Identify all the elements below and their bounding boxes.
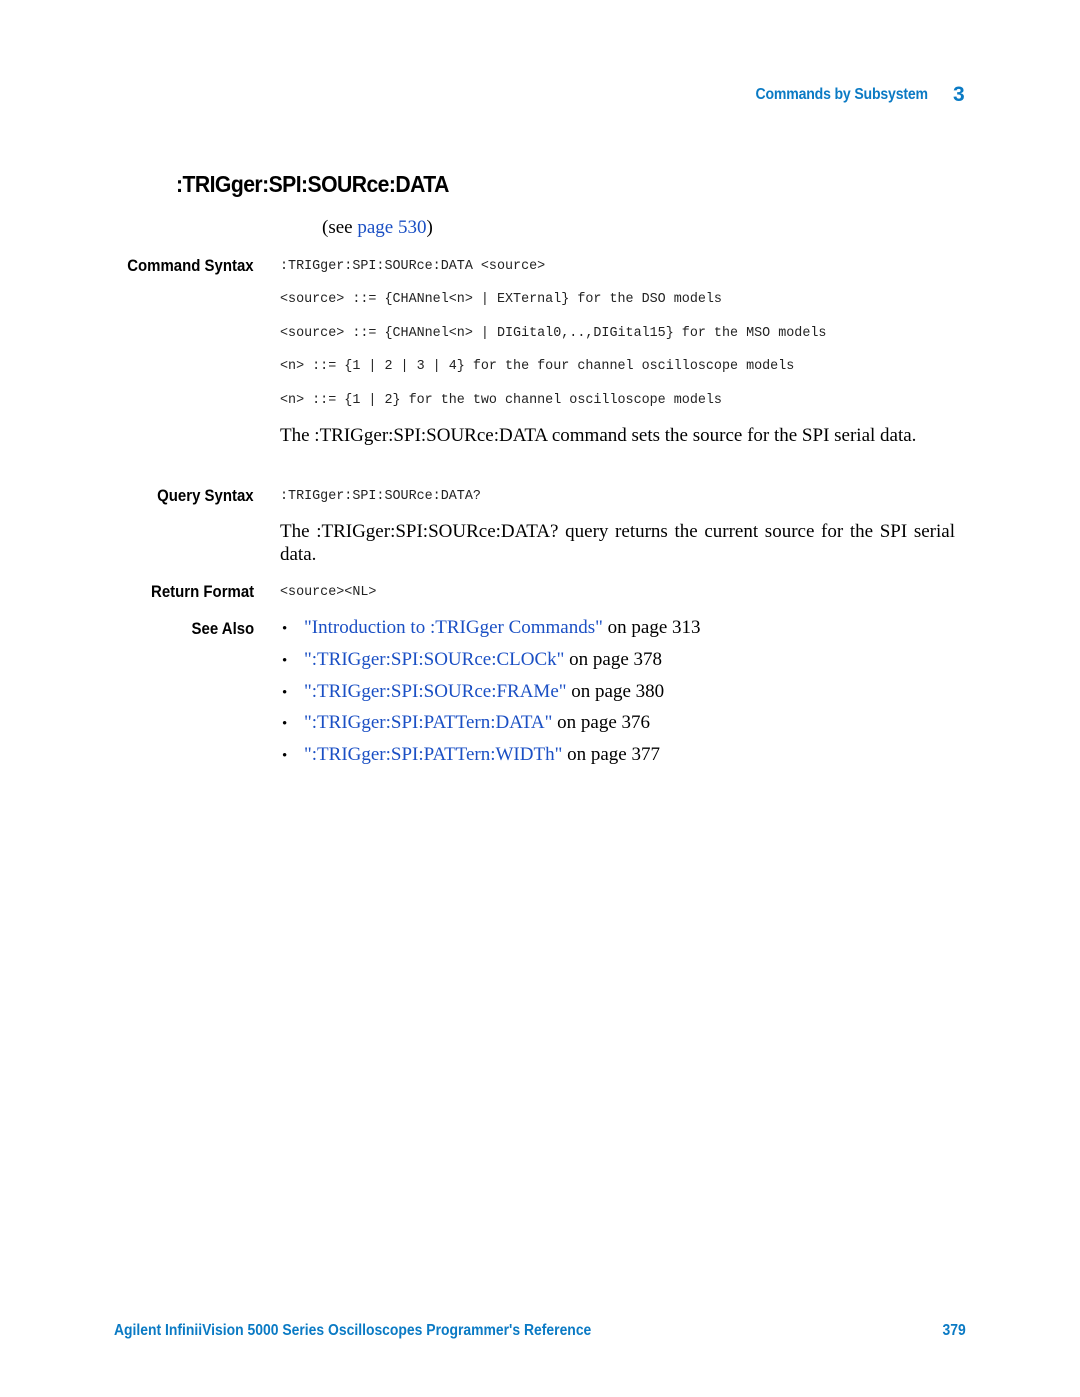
see-also-item: • ":TRIGger:SPI:PATTern:WIDTh" on page 37… <box>282 743 701 775</box>
see-page-link[interactable]: page 530 <box>357 217 426 238</box>
running-header: Commands by Subsystem 3 <box>0 83 1080 108</box>
see-also-page-ref: on page 380 <box>566 680 665 702</box>
command-syntax-line: <n> ::= {1 | 2} for the two channel osci… <box>280 393 722 408</box>
see-also-label: See Also <box>191 619 254 638</box>
see-page-reference: (see page 530) <box>322 217 433 239</box>
footer-page-number: 379 <box>942 1322 966 1339</box>
running-footer: Agilent InfiniiVision 5000 Series Oscill… <box>0 1322 1080 1344</box>
header-section-title: Commands by Subsystem <box>755 86 929 103</box>
footer-document-title: Agilent InfiniiVision 5000 Series Oscill… <box>114 1322 592 1339</box>
command-syntax-line: <n> ::= {1 | 2 | 3 | 4} for the four cha… <box>280 359 795 374</box>
see-also-page-ref: on page 377 <box>562 744 660 766</box>
see-also-item: • "Introduction to :TRIGger Commands" on … <box>282 616 701 648</box>
see-also-link[interactable]: "Introduction to :TRIGger Commands" <box>304 617 603 638</box>
command-syntax-line: <source> ::= {CHANnel<n> | EXTernal} for… <box>280 292 722 307</box>
command-syntax-line: :TRIGger:SPI:SOURce:DATA <source> <box>280 259 546 274</box>
command-syntax-line: <source> ::= {CHANnel<n> | DIGital0,..,D… <box>280 326 827 341</box>
bullet-icon: • <box>282 748 288 765</box>
see-page-suffix: ) <box>426 217 433 238</box>
see-also-page-ref: on page 376 <box>552 712 651 734</box>
query-syntax-line: :TRIGger:SPI:SOURce:DATA? <box>280 489 481 504</box>
return-format-label: Return Format <box>150 582 254 601</box>
see-also-link[interactable]: ":TRIGger:SPI:PATTern:WIDTh" <box>304 744 562 765</box>
query-description: The :TRIGger:SPI:SOURce:DATA? query retu… <box>280 521 955 565</box>
command-syntax-label: Command Syntax <box>127 256 254 275</box>
see-also-link[interactable]: ":TRIGger:SPI:PATTern:DATA" <box>304 712 552 733</box>
see-also-item: • ":TRIGger:SPI:PATTern:DATA" on page 376 <box>282 711 701 743</box>
bullet-icon: • <box>282 684 288 701</box>
see-also-page-ref: on page 378 <box>564 648 663 670</box>
see-also-item: • ":TRIGger:SPI:SOURce:CLOCk" on page 378 <box>282 648 701 680</box>
page-title: :TRIGger:SPI:SOURce:DATA <box>176 171 449 197</box>
query-syntax-label: Query Syntax <box>157 486 254 505</box>
bullet-icon: • <box>282 716 288 733</box>
see-also-list: • "Introduction to :TRIGger Commands" on … <box>282 616 701 775</box>
see-also-link[interactable]: ":TRIGger:SPI:SOURce:FRAMe" <box>304 681 567 702</box>
see-also-link[interactable]: ":TRIGger:SPI:SOURce:CLOCk" <box>304 649 564 670</box>
bullet-icon: • <box>282 652 288 669</box>
see-also-item: • ":TRIGger:SPI:SOURce:FRAMe" on page 380 <box>282 680 701 712</box>
header-chapter-number: 3 <box>953 83 965 106</box>
command-description: The :TRIGger:SPI:SOURce:DATA command set… <box>280 425 917 446</box>
see-also-page-ref: on page 313 <box>602 617 701 638</box>
see-page-prefix: (see <box>322 217 358 238</box>
bullet-icon: • <box>282 621 288 637</box>
return-format-line: <source><NL> <box>280 585 377 600</box>
